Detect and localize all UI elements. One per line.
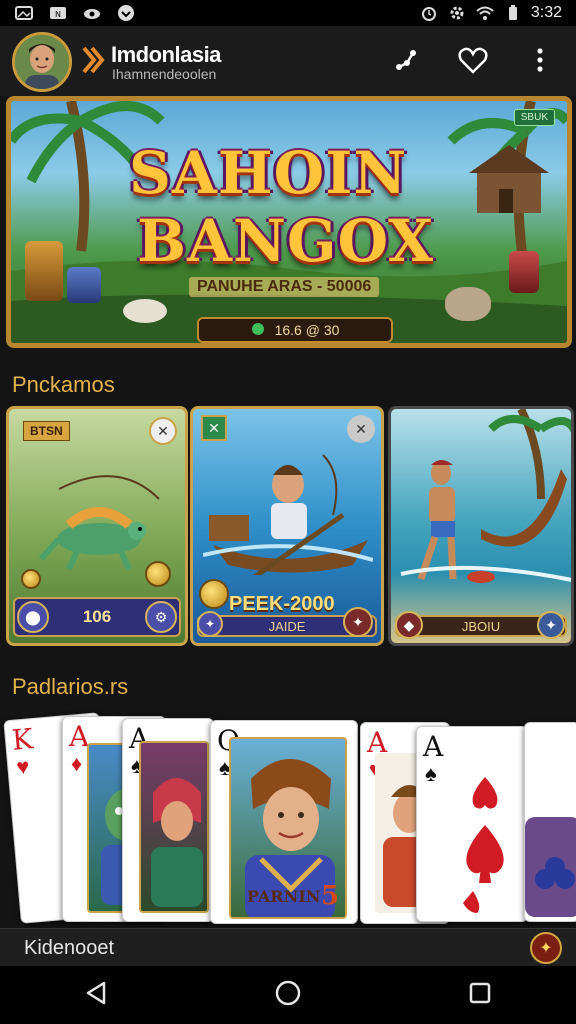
star-icon: ✦	[343, 607, 373, 637]
more-vert-icon	[536, 47, 544, 78]
recents-button[interactable]	[460, 975, 500, 1015]
card-number: 5	[321, 881, 340, 911]
x-badge-icon: ✕	[201, 415, 227, 441]
treasure-jar	[25, 241, 63, 301]
close-card-icon[interactable]: ✕	[347, 415, 375, 443]
heart-icon	[458, 46, 488, 79]
back-button[interactable]	[76, 975, 116, 1015]
card-suit: ♠	[425, 761, 437, 786]
playing-card[interactable]	[524, 722, 576, 922]
card-rank: K	[10, 722, 35, 757]
game-card[interactable]: JBOIU ◆ ✦	[388, 406, 574, 646]
coin-icon	[21, 569, 41, 589]
system-nav-bar	[0, 966, 576, 1024]
status-right: 3:32	[419, 4, 562, 22]
section-title-cards: Padlarios.rs	[12, 674, 129, 699]
info-bar-text: Kidenooet	[24, 937, 115, 959]
gallery-icon	[14, 5, 34, 21]
playing-card[interactable]: A ♠	[416, 726, 528, 922]
treasure-jar	[67, 267, 101, 303]
banner-title-line2: BANGOX	[137, 207, 435, 275]
coin-icon	[145, 561, 171, 587]
coin-icon	[199, 579, 229, 609]
app-title: Imdonlasia	[111, 42, 221, 67]
card-caption: PARNIN	[247, 887, 321, 906]
app-header: Imdonlasia Ihamnendeoolen	[0, 26, 576, 96]
club-card-art	[525, 817, 576, 917]
info-action-button[interactable]: ✦	[530, 932, 562, 964]
game-card-subtext: JAIDE	[268, 618, 306, 634]
wifi-icon	[475, 5, 495, 21]
share-button[interactable]	[390, 46, 422, 78]
card-suit: ♦	[71, 751, 83, 776]
shore-fisherman-illustration	[400, 409, 571, 583]
sparkle-icon: ✦	[539, 940, 553, 957]
featured-banner[interactable]: SBUK SAHOIN BANGOX PANUHE ARAS - 50006 1…	[6, 96, 572, 348]
card-suit: ♥	[15, 753, 31, 780]
treasure-bowl	[123, 299, 167, 323]
status-left: N	[14, 5, 136, 21]
close-card-icon[interactable]: ✕	[149, 417, 177, 445]
more-options-button[interactable]	[524, 46, 556, 78]
settings-icon: ⚙	[145, 601, 177, 633]
home-button[interactable]	[268, 975, 308, 1015]
back-triangle-icon	[84, 980, 108, 1011]
banner-subtitle: PANUHE ARAS - 50006	[189, 277, 380, 297]
status-bar: N 3:32	[0, 0, 576, 26]
game-card[interactable]: BTSN ✕ 106 ⬤ ⚙	[6, 406, 188, 646]
nfc-icon: N	[48, 5, 68, 21]
share-icon	[393, 47, 419, 78]
cloud-icon	[82, 5, 102, 21]
brand-logo-icon	[80, 44, 108, 76]
svg-text:N: N	[55, 10, 61, 19]
spade-pips-icon	[463, 777, 504, 913]
treasure-jar	[509, 251, 539, 293]
game-card-value: JBOIU	[461, 618, 501, 634]
fleur-icon: ✦	[197, 611, 223, 637]
favorite-button[interactable]	[457, 46, 489, 78]
boat-man-illustration	[203, 454, 373, 575]
treasure-rock	[445, 287, 491, 321]
game-card[interactable]: ✕ ✕ PEEK-2000 JAIDE ✦ ✦	[190, 406, 384, 646]
battery-icon	[503, 5, 523, 21]
diamond-icon: ◆	[395, 611, 423, 639]
banner-pill-text: 16.6 @ 30	[274, 322, 340, 338]
app-subtitle: Ihamnendeoolen	[112, 66, 217, 82]
banner-title-line1: SAHOIN	[129, 139, 408, 207]
game-card-value: 106	[82, 607, 112, 626]
gem-icon	[251, 322, 265, 339]
sparkle-icon: ✦	[537, 611, 565, 639]
game-card-value: PEEK-2000	[229, 593, 335, 615]
download-icon	[116, 5, 136, 21]
card-portrait	[139, 741, 209, 913]
avatar[interactable]	[12, 32, 72, 92]
banner-badge: SBUK	[513, 109, 555, 126]
bottom-info-bar: Kidenooet ✦	[0, 928, 576, 966]
recents-square-icon	[468, 981, 492, 1010]
card-rank: A	[423, 730, 444, 763]
game-card-tag: BTSN	[23, 421, 70, 441]
home-circle-icon	[274, 979, 302, 1012]
banner-info-pill[interactable]: 16.6 @ 30	[197, 317, 393, 343]
settings-icon	[447, 5, 467, 21]
playing-card[interactable]: Q ♠ PARNIN 5	[210, 720, 358, 924]
playing-card[interactable]: A ♠	[122, 718, 214, 922]
section-title-games: Pnckamos	[12, 372, 115, 397]
alarm-icon	[419, 5, 439, 21]
coin-bag-icon: ⬤	[17, 601, 49, 633]
status-time: 3:32	[530, 4, 562, 21]
